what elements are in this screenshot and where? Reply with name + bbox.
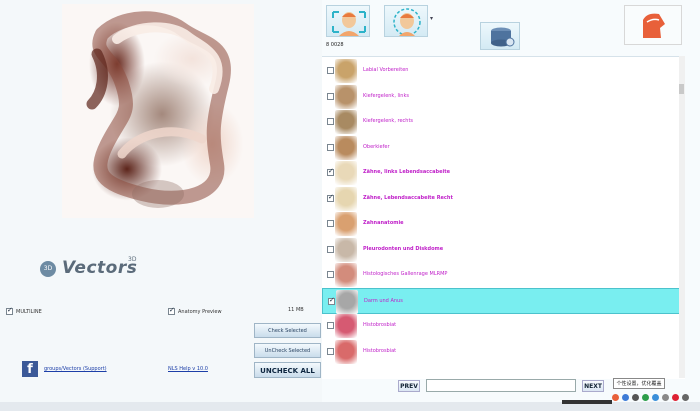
logo-text: Vectors: [62, 258, 138, 278]
list-item-checkbox[interactable]: [327, 143, 334, 151]
list-item[interactable]: Histologisches Gallenrage MLRMP: [322, 262, 685, 288]
list-item-label: Zähne, Lebendsaccabeite Recht: [363, 194, 453, 201]
list-item[interactable]: Zahnanatomie: [322, 211, 685, 237]
list-item-checkbox[interactable]: [327, 322, 334, 329]
list-item-label: Labial Vorbereiten: [363, 67, 409, 73]
facebook-group-link[interactable]: groups/Vectors (Support): [44, 366, 107, 372]
tray-volume-icon[interactable]: [632, 394, 639, 401]
list-item[interactable]: Darm und Anus: [322, 287, 685, 314]
list-item-thumbnail: [335, 237, 357, 262]
list-item-checkbox[interactable]: [328, 296, 335, 305]
list-item-label: Kiefergelenk, rechts: [363, 118, 414, 124]
tray-network-icon[interactable]: [622, 394, 629, 401]
multiline-checkbox[interactable]: [6, 306, 13, 315]
list-item-thumbnail: [335, 186, 357, 211]
head-view-button[interactable]: [326, 5, 370, 37]
count-label: 8 0028: [326, 42, 344, 48]
list-item[interactable]: Histobrosbiat: [322, 313, 685, 339]
list-item[interactable]: Kiefergelenk, rechts: [322, 109, 685, 135]
anatomy-preview-image: [62, 4, 254, 218]
list-item-checkbox[interactable]: [327, 220, 334, 227]
list-item-thumbnail: [335, 339, 357, 364]
vectors-logo: 3D Vectors 3D: [40, 256, 137, 282]
list-item-checkbox[interactable]: [327, 92, 334, 100]
anatomy-preview-checkbox-row[interactable]: Anatomy Preview: [168, 306, 222, 315]
check-selected-button[interactable]: Check Selected: [254, 323, 321, 338]
tooltip: 个性设置，优化覆盖: [613, 378, 665, 389]
list-item-checkbox[interactable]: [327, 118, 334, 125]
list-item-thumbnail: [335, 84, 357, 109]
list-item-label: Histologisches Gallenrage MLRMP: [363, 271, 448, 277]
list-item-thumbnail: [335, 212, 357, 236]
logo-superscript: 3D: [128, 256, 137, 263]
right-panel: ▾ 8 0028 Labial Vorbereiten Kiefergelenk,…: [322, 0, 700, 411]
uncheck-selected-button[interactable]: UnCheck Selected: [254, 343, 321, 358]
head-front-icon: [332, 11, 366, 36]
list-item[interactable]: Oberkiefer: [322, 135, 685, 161]
size-label: 11 MB: [288, 307, 304, 313]
list-item-checkbox[interactable]: [327, 193, 334, 202]
list-item-thumbnail: [335, 314, 357, 338]
list-scrollbar-thumb[interactable]: [679, 84, 684, 94]
list-item-label: Histobrosbiat: [363, 322, 397, 328]
list-item[interactable]: Pleurodonten und Diskdome: [322, 237, 685, 263]
database-button[interactable]: [480, 22, 520, 50]
list-item-checkbox[interactable]: [327, 167, 334, 176]
tray-mic-icon[interactable]: [652, 394, 659, 401]
list-item-label: Histobrosbiat: [363, 347, 397, 354]
head-rotate-icon: [393, 8, 421, 36]
head-rotate-button[interactable]: [384, 5, 428, 37]
uncheck-all-button[interactable]: UNCHECK ALL: [254, 362, 321, 378]
list-item-checkbox[interactable]: [327, 245, 334, 253]
chevron-down-icon[interactable]: ▾: [430, 15, 433, 22]
list-item-checkbox[interactable]: [327, 67, 334, 74]
page-input[interactable]: [426, 379, 576, 392]
list-item[interactable]: Labial Vorbereiten: [322, 58, 685, 84]
app-logo-button[interactable]: [624, 5, 682, 45]
bottom-dark-bar: [562, 400, 612, 404]
facebook-icon[interactable]: f: [22, 361, 38, 377]
tray-input-method-icon[interactable]: [672, 394, 679, 401]
anatomy-list[interactable]: Labial Vorbereiten Kiefergelenk, links Kie…: [322, 56, 685, 379]
logo-emblem-icon: 3D: [40, 261, 56, 277]
database-icon: [491, 27, 515, 47]
multiline-label: MULTILINE: [16, 308, 42, 315]
list-item[interactable]: Zähne, Lebendsaccabeite Recht: [322, 186, 685, 212]
list-item-label: Zähne, links Lebendsaccabeite: [363, 169, 450, 175]
list-item[interactable]: Zähne, links Lebendsaccabeite: [322, 160, 685, 186]
prev-button[interactable]: PREV: [398, 380, 420, 392]
next-button[interactable]: NEXT: [582, 380, 604, 392]
multiline-checkbox-row[interactable]: MULTILINE: [6, 306, 42, 315]
list-item-thumbnail: [335, 135, 357, 160]
list-item-thumbnail: [335, 263, 357, 287]
tray-settings-icon[interactable]: [682, 394, 689, 401]
list-item-thumbnail: [335, 110, 357, 134]
tray-shield-icon[interactable]: [642, 394, 649, 401]
anatomy-preview-label: Anatomy Preview: [178, 308, 222, 315]
list-scrollbar[interactable]: [679, 56, 685, 378]
anatomy-preview-checkbox[interactable]: [168, 306, 175, 315]
list-item-thumbnail: [335, 161, 357, 185]
list-item-label: Zahnanatomie: [363, 220, 404, 226]
list-item-checkbox[interactable]: [327, 347, 334, 355]
help-link[interactable]: NLS Help v 10.0: [168, 366, 208, 372]
head-profile-logo-icon: [643, 13, 665, 38]
list-item-label: Oberkiefer: [363, 143, 390, 150]
list-item-thumbnail: [336, 289, 358, 314]
list-item[interactable]: Kiefergelenk, links: [322, 84, 685, 110]
list-item-thumbnail: [335, 59, 357, 83]
left-panel: 3D Vectors 3D MULTILINE Anatomy Preview …: [0, 0, 322, 411]
tray-keyboard-icon[interactable]: [662, 394, 669, 401]
list-item-checkbox[interactable]: [327, 271, 334, 278]
list-item-label: Darm und Anus: [364, 297, 403, 304]
list-item[interactable]: Histobrosbiat: [322, 339, 685, 365]
list-item-label: Kiefergelenk, links: [363, 92, 409, 99]
tray-app-icon[interactable]: [612, 394, 619, 401]
list-item-label: Pleurodonten und Diskdome: [363, 245, 444, 252]
